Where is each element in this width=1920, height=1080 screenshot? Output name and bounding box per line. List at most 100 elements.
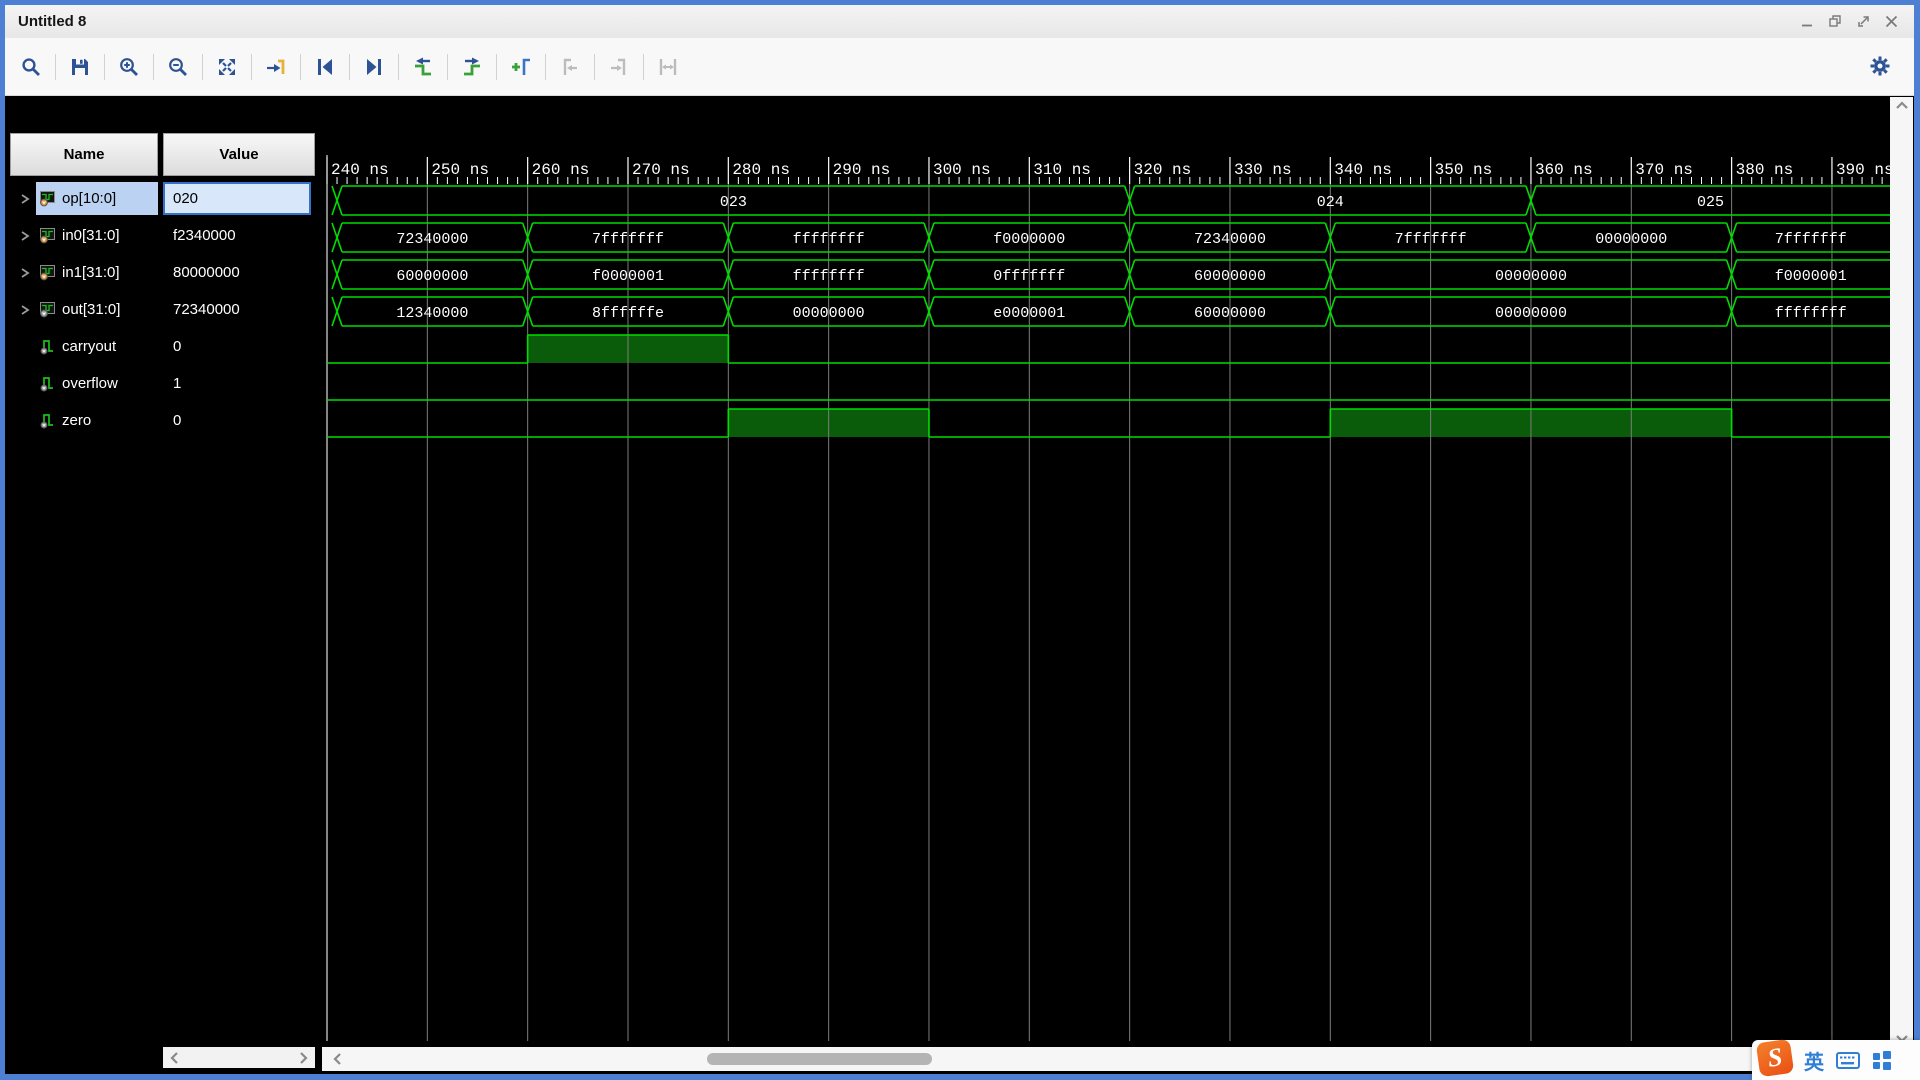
expand-chevron-icon[interactable] (20, 303, 36, 317)
waveform-plot-area[interactable]: 240 ns 250 ns 260 ns 270 ns 280 ns 290 ns 300 … (322, 125, 1890, 1041)
signal-row-content[interactable]: in1[31:0] (36, 256, 158, 289)
signal-row-content[interactable]: op[10:0] (36, 182, 158, 215)
window-controls (1798, 13, 1914, 31)
scrollbar-thumb[interactable] (707, 1053, 932, 1065)
signal-value-in0-31-0-[interactable]: f2340000 (165, 219, 313, 252)
toolbar-separator (349, 53, 350, 80)
signal-row-carryout[interactable]: carryout (10, 330, 158, 363)
minimize-icon[interactable] (1798, 13, 1816, 31)
chevron-placeholder (20, 414, 36, 428)
swap-cursor-icon (554, 51, 586, 83)
svg-text:e0000001: e0000001 (993, 305, 1065, 322)
signal-name-label: overflow (62, 375, 118, 392)
value-column-scrollbar[interactable] (163, 1047, 315, 1068)
svg-text:12340000: 12340000 (396, 305, 468, 322)
signal-value-op-10-0-[interactable]: 020 (163, 182, 311, 215)
zoom-fit-icon[interactable] (211, 51, 243, 83)
svg-text:7fffffff: 7fffffff (1395, 231, 1467, 248)
zoom-out-icon[interactable] (162, 51, 194, 83)
svg-text:290 ns: 290 ns (833, 161, 891, 179)
signal-name-label: zero (62, 412, 92, 429)
vertical-scrollbar[interactable] (1890, 97, 1913, 1047)
scroll-left-icon[interactable] (332, 1052, 342, 1066)
restore-icon[interactable] (1826, 13, 1844, 31)
signal-value-overflow[interactable]: 1 (165, 367, 313, 400)
signal-row-content[interactable]: out[31:0] (36, 293, 158, 326)
toolbar-separator (643, 53, 644, 80)
svg-text:320 ns: 320 ns (1134, 161, 1192, 179)
close-icon[interactable] (1882, 13, 1900, 31)
signal-row-overflow[interactable]: overflow (10, 367, 158, 400)
waveform-canvas[interactable]: 240 ns 250 ns 260 ns 270 ns 280 ns 290 ns 300 … (322, 125, 1890, 1041)
signal-value-zero[interactable]: 0 (165, 404, 313, 437)
bus-signal-icon (39, 227, 56, 244)
svg-text:360 ns: 360 ns (1535, 161, 1593, 179)
waveform-toolbar (5, 38, 1914, 96)
signal-name-label: carryout (62, 338, 117, 355)
signal-value-carryout[interactable]: 0 (165, 330, 313, 363)
signal-row-content[interactable]: carryout (36, 330, 158, 363)
toolbar-separator (104, 53, 105, 80)
grid-lines (326, 184, 1833, 1041)
signal-value-in1-31-0-[interactable]: 80000000 (165, 256, 313, 289)
signal-name-label: op[10:0] (62, 190, 117, 207)
add-marker-icon[interactable] (505, 51, 537, 83)
wave-row-out (331, 296, 1890, 327)
next-transition-icon[interactable] (358, 51, 390, 83)
expand-chevron-icon[interactable] (20, 192, 36, 206)
signal-row-zero[interactable]: zero (10, 404, 158, 437)
bus-signal-icon (39, 264, 56, 281)
svg-text:f0000001: f0000001 (1775, 268, 1847, 285)
svg-text:370 ns: 370 ns (1635, 161, 1693, 179)
svg-text:00000000: 00000000 (1595, 231, 1667, 248)
signal-row-in1-31-0-[interactable]: in1[31:0] (10, 256, 158, 289)
signal-row-content[interactable]: in0[31:0] (36, 219, 158, 252)
svg-text:ffffffff: ffffffff (793, 231, 865, 248)
svg-text:72340000: 72340000 (1194, 231, 1266, 248)
signal-row-out-31-0-[interactable]: out[31:0] (10, 293, 158, 326)
expand-chevron-icon[interactable] (20, 229, 36, 243)
bit-signal-icon (39, 413, 56, 429)
scroll-up-icon[interactable] (1895, 101, 1909, 110)
next-edge-icon[interactable] (456, 51, 488, 83)
ime-language-toggle[interactable]: 英 (1804, 1046, 1824, 1075)
go-to-time-icon[interactable] (260, 51, 292, 83)
signal-row-op-10-0-[interactable]: op[10:0] (10, 182, 158, 215)
toolbar-separator (545, 53, 546, 80)
svg-text:60000000: 60000000 (1194, 268, 1266, 285)
wave-row-in1 (331, 259, 1890, 290)
toolbar-separator (202, 53, 203, 80)
svg-text:380 ns: 380 ns (1736, 161, 1794, 179)
float-icon[interactable] (1854, 13, 1872, 31)
toolbar-separator (594, 53, 595, 80)
scroll-right-icon[interactable] (299, 1051, 309, 1065)
search-icon[interactable] (15, 51, 47, 83)
ime-toolbar[interactable]: S 英 (1752, 1038, 1920, 1080)
signal-value-out-31-0-[interactable]: 72340000 (165, 293, 313, 326)
zoom-in-icon[interactable] (113, 51, 145, 83)
signal-waves (327, 185, 1890, 438)
ime-logo-icon[interactable]: S (1755, 1038, 1795, 1078)
signal-row-in0-31-0-[interactable]: in0[31:0] (10, 219, 158, 252)
svg-text:00000000: 00000000 (1495, 305, 1567, 322)
svg-text:300 ns: 300 ns (933, 161, 991, 179)
settings-gear-icon[interactable] (1864, 50, 1896, 82)
save-waveform-icon[interactable] (64, 51, 96, 83)
waveform-scrollbar[interactable] (322, 1047, 1890, 1071)
signal-row-content[interactable]: zero (36, 404, 158, 437)
scroll-left-icon[interactable] (169, 1051, 179, 1065)
signal-row-content[interactable]: overflow (36, 367, 158, 400)
ime-keyboard-icon[interactable] (1836, 1051, 1860, 1069)
svg-text:270 ns: 270 ns (632, 161, 690, 179)
ime-logo-letter: S (1765, 1042, 1785, 1073)
bit-signal-icon (39, 376, 56, 392)
svg-text:390 ns: 390 ns (1836, 161, 1890, 179)
ime-menu-grid-icon[interactable] (1872, 1050, 1892, 1070)
window-title: Untitled 8 (18, 13, 87, 30)
svg-text:340 ns: 340 ns (1334, 161, 1392, 179)
previous-edge-icon[interactable] (407, 51, 439, 83)
go-to-cursor-icon (603, 51, 635, 83)
previous-transition-icon[interactable] (309, 51, 341, 83)
signal-name-label: out[31:0] (62, 301, 121, 318)
expand-chevron-icon[interactable] (20, 266, 36, 280)
